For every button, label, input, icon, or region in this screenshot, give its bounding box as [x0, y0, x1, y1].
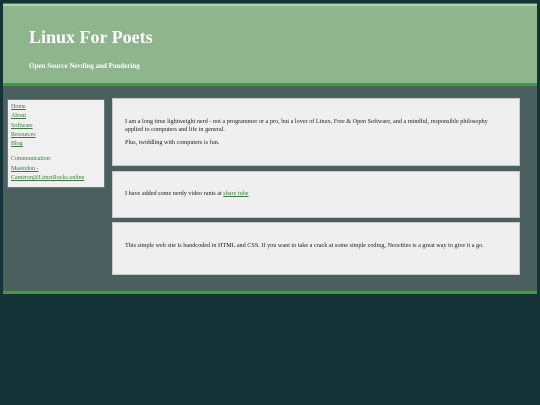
fun-paragraph: Plus, twiddling with computers is fun. — [125, 139, 220, 147]
communication-label: Communication: — [11, 156, 52, 163]
video-text: I have added some nerdy video rants at — [125, 190, 224, 197]
intro-paragraph: I am a long time lightweight nerd - not … — [125, 118, 488, 133]
site-note-paragraph: This simple web site is handcoded in HTM… — [125, 242, 484, 249]
site-subtitle: Open Source Nerding and Pondering — [29, 62, 140, 70]
sidebar-link-resources[interactable]: Resources — [11, 131, 101, 140]
site-title: Linux For Poets — [29, 27, 153, 47]
mastodon-handle-link[interactable]: Cameron@LinuxRocks.online — [11, 174, 101, 183]
sidebar-link-software[interactable]: Software — [11, 122, 101, 131]
footer-divider — [3, 291, 537, 294]
site-note-box: This simple web site is handcoded in HTM… — [112, 222, 520, 275]
sidebar-link-about[interactable]: About — [11, 112, 101, 121]
video-paragraph: I have added some nerdy video rants at s… — [125, 190, 507, 198]
sidebar-link-home[interactable]: Home — [11, 103, 101, 112]
site-header: Linux For Poets Open Source Nerding and … — [3, 4, 537, 86]
video-box: I have added some nerdy video rants at s… — [112, 171, 520, 218]
share-tube-link[interactable]: share tube — [223, 190, 248, 197]
mastodon-label-link[interactable]: Mastodon - — [11, 165, 101, 174]
sidebar-link-blog[interactable]: Blog — [11, 140, 101, 149]
intro-box: I am a long time lightweight nerd - not … — [112, 98, 520, 166]
content-area: Home About Software Resources Blog Commu… — [3, 86, 537, 293]
page-container: Linux For Poets Open Source Nerding and … — [3, 3, 537, 293]
sidebar-nav: Home About Software Resources Blog Commu… — [7, 99, 105, 188]
